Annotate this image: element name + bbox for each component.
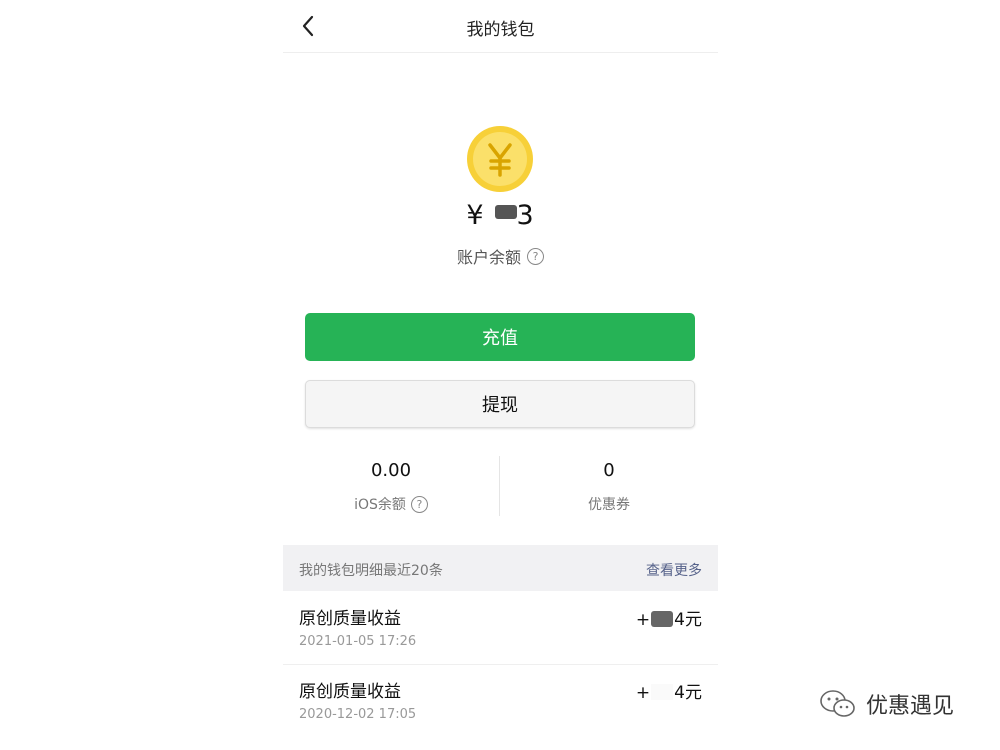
question-circle-icon[interactable]: ? <box>527 247 544 265</box>
view-more-link[interactable]: 查看更多 <box>646 560 702 580</box>
coupon-stat[interactable]: 0 优惠券 <box>509 460 709 514</box>
currency-symbol: ¥ <box>466 200 485 231</box>
redacted-mask <box>651 611 674 627</box>
yuan-coin-icon <box>467 126 533 192</box>
wallet-screen: 我的钱包 ¥ 3 账户余额 ? 充值 提现 0.00 iOS余额 ? 0 优惠券… <box>283 0 718 750</box>
coupon-value: 0 <box>603 460 615 481</box>
watermark-text: 优惠遇见 <box>866 694 955 719</box>
transaction-date: 2021-01-05 17:26 <box>299 634 417 649</box>
amount-prefix: + <box>635 683 651 703</box>
watermark: 优惠遇见 <box>818 688 954 720</box>
coupon-label-row: 优惠券 <box>509 494 709 514</box>
ios-balance-value: 0.00 <box>370 460 412 481</box>
ios-balance-label: iOS余额 <box>354 497 406 513</box>
wallet-detail-header: 我的钱包明细最近20条 查看更多 <box>283 545 718 591</box>
amount-suffix: 4元 <box>674 683 702 703</box>
detail-title: 我的钱包明细最近20条 <box>299 563 443 579</box>
redacted-mask <box>651 684 674 700</box>
transaction-date: 2020-12-02 17:05 <box>299 707 417 722</box>
recharge-button[interactable]: 充值 <box>305 313 695 361</box>
question-circle-icon[interactable]: ? <box>410 495 428 513</box>
screenshot-stage: 我的钱包 ¥ 3 账户余额 ? 充值 提现 0.00 iOS余额 ? 0 优惠券… <box>0 0 1000 750</box>
redacted-mask <box>494 205 517 219</box>
transaction-amount: +4元 <box>636 678 702 703</box>
balance-amount: ¥ 3 <box>283 200 718 231</box>
withdraw-button[interactable]: 提现 <box>305 380 695 428</box>
amount-suffix: 4元 <box>674 610 702 630</box>
transaction-title: 原创质量收益 <box>299 609 401 629</box>
wechat-icon <box>820 690 855 717</box>
page-title: 我的钱包 <box>466 20 535 40</box>
nav-bar: 我的钱包 <box>283 0 718 53</box>
transaction-amount: +4元 <box>636 605 702 630</box>
balance-label: 账户余额 <box>456 248 521 267</box>
coupon-label: 优惠券 <box>588 497 630 513</box>
balance-value: 3 <box>494 200 535 231</box>
balance-tail: 3 <box>516 200 535 231</box>
ios-balance-stat[interactable]: 0.00 iOS余额 ? <box>291 460 491 514</box>
transaction-title: 原创质量收益 <box>299 682 401 702</box>
balance-label-row: 账户余额 ? <box>283 244 718 268</box>
list-item[interactable]: 原创质量收益 2020-12-02 17:05 +4元 <box>283 664 718 737</box>
list-item[interactable]: 原创质量收益 2021-01-05 17:26 +4元 <box>283 592 718 664</box>
stats-divider <box>499 456 500 516</box>
amount-prefix: + <box>635 610 651 630</box>
ios-balance-label-row: iOS余额 ? <box>291 494 491 514</box>
